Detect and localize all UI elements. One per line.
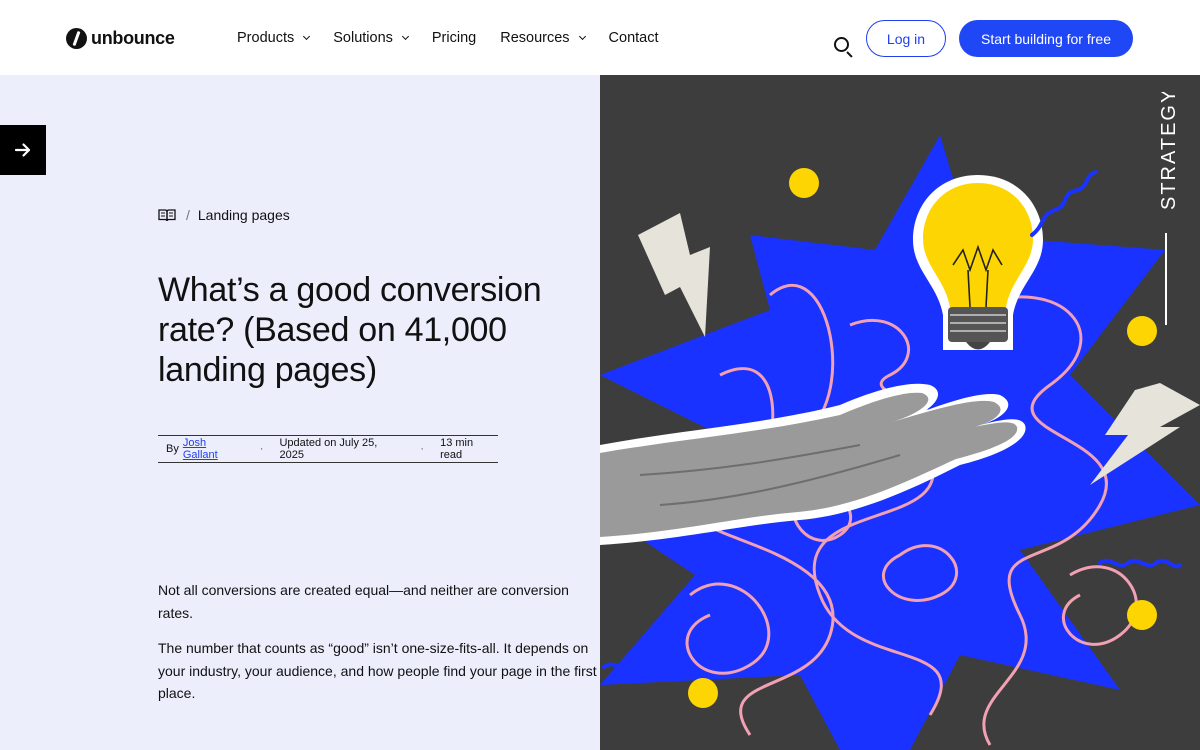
nav-contact-label: Contact <box>608 29 659 46</box>
chevron-down-icon <box>578 32 586 40</box>
logo-text: unbounce <box>91 28 175 48</box>
yellow-dot <box>789 168 819 198</box>
chevron-down-icon <box>303 32 311 40</box>
article-intro: Not all conversions are created equal—an… <box>158 579 598 718</box>
unbounce-logo[interactable]: unbounce <box>66 28 175 49</box>
hero-illustration <box>600 75 1200 750</box>
nav-products[interactable]: Products <box>237 29 311 46</box>
article-title: What’s a good conversion rate? (Based on… <box>158 271 542 389</box>
hero-collage <box>600 135 1200 750</box>
arrow-right-icon <box>14 143 31 157</box>
svg-text:STRATEGY: STRATEGY <box>1158 92 1180 210</box>
logo-mark-icon <box>66 28 87 49</box>
read-time: 13 min read <box>440 437 474 461</box>
nav-solutions-label: Solutions <box>333 29 393 46</box>
yellow-dot <box>688 678 718 708</box>
chevron-down-icon <box>401 32 409 40</box>
lightning-bolt-left <box>638 213 710 337</box>
blue-squiggle <box>1030 170 1098 237</box>
main-nav: Products Solutions Pricing Resources Con… <box>237 0 683 75</box>
nav-contact[interactable]: Contact <box>609 30 659 46</box>
nav-resources-label: Resources <box>500 29 570 46</box>
updated-date: Updated on July 25, 2025 <box>279 437 378 461</box>
author-link[interactable]: Josh Gallant <box>183 437 244 461</box>
nav-pricing-label: Pricing <box>431 29 477 46</box>
breadcrumb-separator: / <box>186 207 190 223</box>
breadcrumb-category-link[interactable]: Landing pages <box>198 207 290 223</box>
search-icon[interactable] <box>833 37 855 59</box>
breadcrumb: / Landing pages <box>158 207 290 223</box>
intro-paragraph: The number that counts as “good” isn’t o… <box>158 640 597 701</box>
yellow-dot <box>1127 316 1157 346</box>
article-meta: By Josh Gallant · Updated on July 25, 20… <box>158 435 498 463</box>
start-building-button[interactable]: Start building for free <box>959 20 1133 57</box>
meta-separator: · <box>420 443 425 455</box>
blue-squiggle <box>1098 558 1182 569</box>
site-header: unbounce Products Solutions Pricing Reso… <box>0 0 1200 75</box>
yellow-dot <box>1127 600 1157 630</box>
meta-by-label: By <box>166 443 179 455</box>
nav-pricing[interactable]: Pricing <box>432 30 476 46</box>
strategy-tag: STRATEGY <box>1158 92 1180 210</box>
side-panel-toggle[interactable] <box>0 125 46 175</box>
intro-paragraph: Not all conversions are created equal—an… <box>158 582 569 621</box>
meta-separator: · <box>259 443 264 455</box>
login-button[interactable]: Log in <box>866 20 946 57</box>
nav-resources[interactable]: Resources <box>500 29 586 46</box>
nav-solutions[interactable]: Solutions <box>333 29 409 46</box>
nav-products-label: Products <box>237 29 295 46</box>
book-icon[interactable] <box>158 208 176 222</box>
